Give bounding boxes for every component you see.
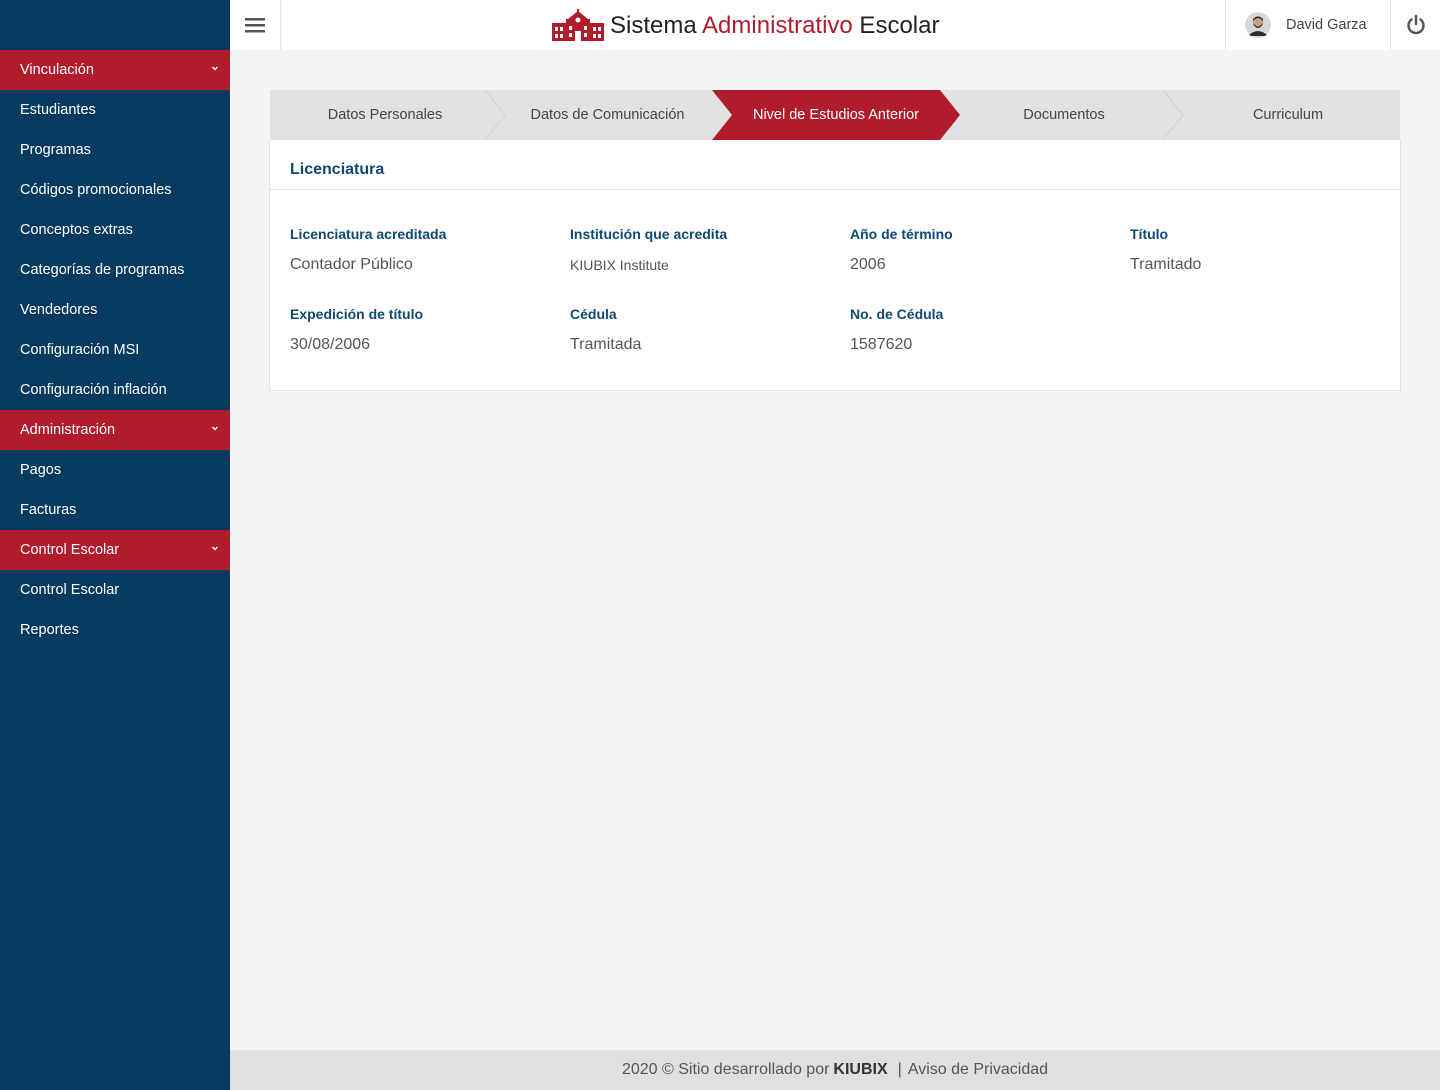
sidebar-item-vendedores[interactable]: Vendedores <box>0 290 230 330</box>
sidebar-section-vinculacion[interactable]: Vinculación <box>0 50 230 90</box>
step-nivel-estudios-anterior[interactable]: Nivel de Estudios Anterior <box>720 90 952 140</box>
field-value-expedicion-titulo: 30/08/2006 <box>290 336 371 353</box>
sidebar-item-label: Categorías de programas <box>20 262 185 278</box>
field-value-titulo: Tramitado <box>1130 256 1202 273</box>
app-title-part3: Escolar <box>852 12 940 39</box>
sidebar-item-categorias-programas[interactable]: Categorías de programas <box>0 250 230 290</box>
power-icon <box>1406 14 1425 35</box>
app-title-part1: Sistema <box>610 12 703 39</box>
card-title: Licenciatura <box>290 161 385 178</box>
sidebar-item-facturas[interactable]: Facturas <box>0 490 230 530</box>
field-label-cedula: Cédula <box>570 306 617 322</box>
wizard-steps: Datos Personales Datos de Comunicación N… <box>270 90 1400 140</box>
sidebar-top <box>0 0 230 50</box>
sidebar-item-label: Códigos promocionales <box>20 182 172 198</box>
field-value-ano-termino: 2006 <box>850 256 886 273</box>
field-value-institucion: KIUBIX Institute <box>570 257 669 273</box>
sidebar-item-control-escolar[interactable]: Control Escolar <box>0 570 230 610</box>
avatar <box>1245 12 1271 38</box>
app-title-accent: Administrativo <box>702 12 853 39</box>
footer-company-link[interactable]: KIUBIX <box>833 1061 887 1079</box>
step-datos-comunicacion[interactable]: Datos de Comunicación <box>495 90 720 140</box>
field-value-cedula: Tramitada <box>570 336 642 353</box>
divider <box>270 189 1400 190</box>
user-name: David Garza <box>1286 17 1367 33</box>
menu-toggle-button[interactable] <box>230 0 281 50</box>
sidebar-item-label: Configuración inflación <box>20 382 167 398</box>
sidebar-item-codigos-promocionales[interactable]: Códigos promocionales <box>0 170 230 210</box>
sidebar-item-conceptos-extras[interactable]: Conceptos extras <box>0 210 230 250</box>
sidebar-section-label: Vinculación <box>20 62 94 78</box>
sidebar-item-label: Reportes <box>20 622 79 638</box>
chevron-down-icon <box>211 66 219 71</box>
field-label-licenciatura-acreditada: Licenciatura acreditada <box>290 226 447 242</box>
app-title: Sistema Administrativo Escolar <box>610 12 939 40</box>
field-label-expedicion-titulo: Expedición de título <box>290 306 424 322</box>
step-documentos[interactable]: Documentos <box>952 90 1176 140</box>
sidebar-item-label: Control Escolar <box>20 582 120 598</box>
app-brand: Sistema Administrativo Escolar <box>552 8 939 44</box>
field-label-no-cedula: No. de Cédula <box>850 306 944 322</box>
field-label-ano-termino: Año de término <box>850 226 953 242</box>
sidebar-item-label: Estudiantes <box>20 102 96 118</box>
sidebar: Vinculación Estudiantes Programas Código… <box>0 0 230 1090</box>
hamburger-menu-icon <box>245 18 265 33</box>
sidebar-item-label: Pagos <box>20 462 62 478</box>
sidebar-section-control-escolar[interactable]: Control Escolar <box>0 530 230 570</box>
field-value-no-cedula: 1587620 <box>850 336 913 353</box>
sidebar-section-administracion[interactable]: Administración <box>0 410 230 450</box>
sidebar-item-programas[interactable]: Programas <box>0 130 230 170</box>
footer-text: 2020 © Sitio desarrollado por <box>621 1061 830 1078</box>
sidebar-item-estudiantes[interactable]: Estudiantes <box>0 90 230 130</box>
user-menu[interactable]: David Garza <box>1225 0 1391 50</box>
sidebar-section-label: Administración <box>20 422 116 438</box>
sidebar-item-label: Vendedores <box>20 302 98 318</box>
sidebar-section-label: Control Escolar <box>20 542 120 558</box>
field-label-institucion: Institución que acredita <box>570 226 728 242</box>
school-building-logo-icon <box>552 9 604 41</box>
sidebar-item-label: Programas <box>20 142 91 158</box>
page-footer: 2020 © Sitio desarrollado por KIUBIX | A… <box>230 1050 1440 1090</box>
sidebar-item-label: Facturas <box>20 502 77 518</box>
footer-separator: | <box>897 1061 902 1078</box>
sidebar-item-configuracion-inflacion[interactable]: Configuración inflación <box>0 370 230 410</box>
top-header: Sistema Administrativo Escolar David Gar… <box>230 0 1440 50</box>
licenciatura-card: Licenciatura Licenciatura acreditada Con… <box>269 140 1401 391</box>
step-curriculum[interactable]: Curriculum <box>1176 90 1400 140</box>
step-datos-personales[interactable]: Datos Personales <box>270 90 500 140</box>
chevron-down-icon <box>211 426 219 431</box>
sidebar-item-reportes[interactable]: Reportes <box>0 610 230 650</box>
chevron-down-icon <box>211 546 219 551</box>
logout-button[interactable] <box>1390 0 1440 50</box>
sidebar-item-label: Configuración MSI <box>20 342 140 358</box>
sidebar-item-pagos[interactable]: Pagos <box>0 450 230 490</box>
field-value-licenciatura-acreditada: Contador Público <box>290 256 413 273</box>
privacy-link[interactable]: Aviso de Privacidad <box>908 1061 1048 1079</box>
field-label-titulo: Título <box>1130 226 1169 242</box>
sidebar-item-label: Conceptos extras <box>20 222 133 238</box>
sidebar-item-configuracion-msi[interactable]: Configuración MSI <box>0 330 230 370</box>
